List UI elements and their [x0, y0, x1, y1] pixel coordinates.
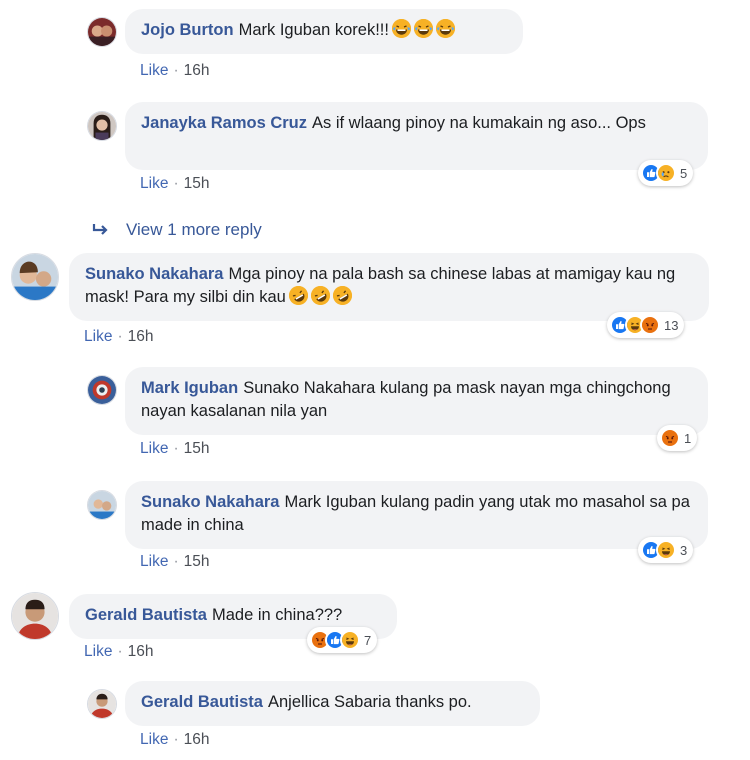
separator-dot: · [173, 440, 179, 457]
comment-bubble: Sunako Nakahara Mga pinoy na pala bash sa… [69, 253, 709, 321]
separator-dot: · [173, 553, 179, 570]
comment-bubble: Mark Iguban Sunako Nakahara kulang pa mas… [125, 367, 708, 435]
comment-author[interactable]: Gerald Bautista [141, 693, 263, 711]
like-link[interactable]: Like [84, 643, 112, 660]
angry-reaction-icon [660, 428, 680, 448]
like-link[interactable]: Like [140, 175, 168, 192]
avatar[interactable] [87, 111, 117, 141]
separator-dot: · [117, 328, 123, 345]
reaction-summary[interactable]: 5 [638, 160, 694, 186]
comment-author[interactable]: Sunako Nakahara [85, 265, 223, 283]
comment-timestamp[interactable]: 15h [184, 440, 210, 457]
separator-dot: · [173, 175, 179, 192]
reaction-count: 13 [664, 317, 679, 333]
comment-bubble: Janayka Ramos Cruz As if wlaang pinoy na … [125, 102, 708, 170]
comment-author[interactable]: Sunako Nakahara [141, 493, 279, 511]
like-link[interactable]: Like [140, 440, 168, 457]
reply-arrow-icon [92, 224, 108, 235]
comment-timestamp[interactable]: 16h [184, 731, 210, 748]
comment-author[interactable]: Gerald Bautista [85, 606, 207, 624]
haha-reaction-icon [656, 540, 676, 560]
comment-timestamp[interactable]: 16h [128, 643, 154, 660]
reaction-count: 7 [364, 632, 372, 648]
reaction-summary[interactable]: 1 [657, 425, 698, 451]
avatar[interactable] [87, 17, 117, 47]
comment-text: Anjellica Sabaria thanks po. [267, 693, 472, 711]
like-link[interactable]: Like [140, 553, 168, 570]
avatar[interactable] [87, 689, 117, 719]
avatar[interactable] [87, 375, 117, 405]
comment-timestamp[interactable]: 16h [128, 328, 154, 345]
laugh-tears-emoji-icon [413, 19, 433, 38]
reaction-summary[interactable]: 3 [638, 537, 694, 563]
reaction-summary[interactable]: 13 [607, 312, 685, 338]
separator-dot: · [117, 643, 123, 660]
comment-meta: Like · 16h [140, 62, 209, 80]
comment-meta: Like · 15h [140, 553, 209, 571]
rofl-emoji-icon [310, 286, 330, 305]
laugh-tears-emoji-icon [391, 19, 411, 38]
haha-reaction-icon [340, 630, 360, 650]
comment-meta: Like · 16h [84, 643, 153, 661]
comment-author[interactable]: Mark Iguban [141, 379, 238, 397]
comment-meta: Like · 16h [84, 328, 153, 346]
comment-author[interactable]: Jojo Burton [141, 21, 234, 39]
comment-meta: Like · 16h [140, 731, 209, 749]
view-more-label[interactable]: View 1 more reply [126, 220, 262, 240]
comment-meta: Like · 15h [140, 440, 209, 458]
avatar[interactable] [87, 490, 117, 520]
view-more-replies-link[interactable]: View 1 more reply [92, 220, 262, 240]
comment-bubble: Sunako Nakahara Mark Iguban kulang padin … [125, 481, 708, 549]
comment-timestamp[interactable]: 15h [184, 175, 210, 192]
angry-reaction-icon [640, 315, 660, 335]
reaction-count: 1 [684, 430, 692, 446]
rofl-emoji-icon [288, 286, 308, 305]
reaction-summary[interactable]: 7 [307, 627, 378, 653]
laugh-tears-emoji-icon [435, 19, 455, 38]
comment-meta: Like · 15h [140, 175, 209, 193]
comment-text: Mark Iguban korek!!! [238, 21, 389, 39]
reaction-count: 5 [680, 165, 688, 181]
sad-reaction-icon [656, 163, 676, 183]
reaction-count: 3 [680, 542, 688, 558]
comment-author[interactable]: Janayka Ramos Cruz [141, 114, 307, 132]
rofl-emoji-icon [332, 286, 352, 305]
comment-text: As if wlaang pinoy na kumakain ng aso...… [312, 114, 646, 132]
like-link[interactable]: Like [140, 731, 168, 748]
comment-text: Made in china??? [211, 606, 343, 624]
comment-bubble: Gerald Bautista Anjellica Sabaria thanks … [125, 681, 540, 726]
like-link[interactable]: Like [140, 62, 168, 79]
separator-dot: · [173, 62, 179, 79]
avatar[interactable] [11, 253, 59, 301]
comment-timestamp[interactable]: 16h [184, 62, 210, 79]
like-link[interactable]: Like [84, 328, 112, 345]
avatar[interactable] [11, 592, 59, 640]
comment-bubble: Jojo Burton Mark Iguban korek!!! [125, 9, 523, 54]
comment-timestamp[interactable]: 15h [184, 553, 210, 570]
separator-dot: · [173, 731, 179, 748]
